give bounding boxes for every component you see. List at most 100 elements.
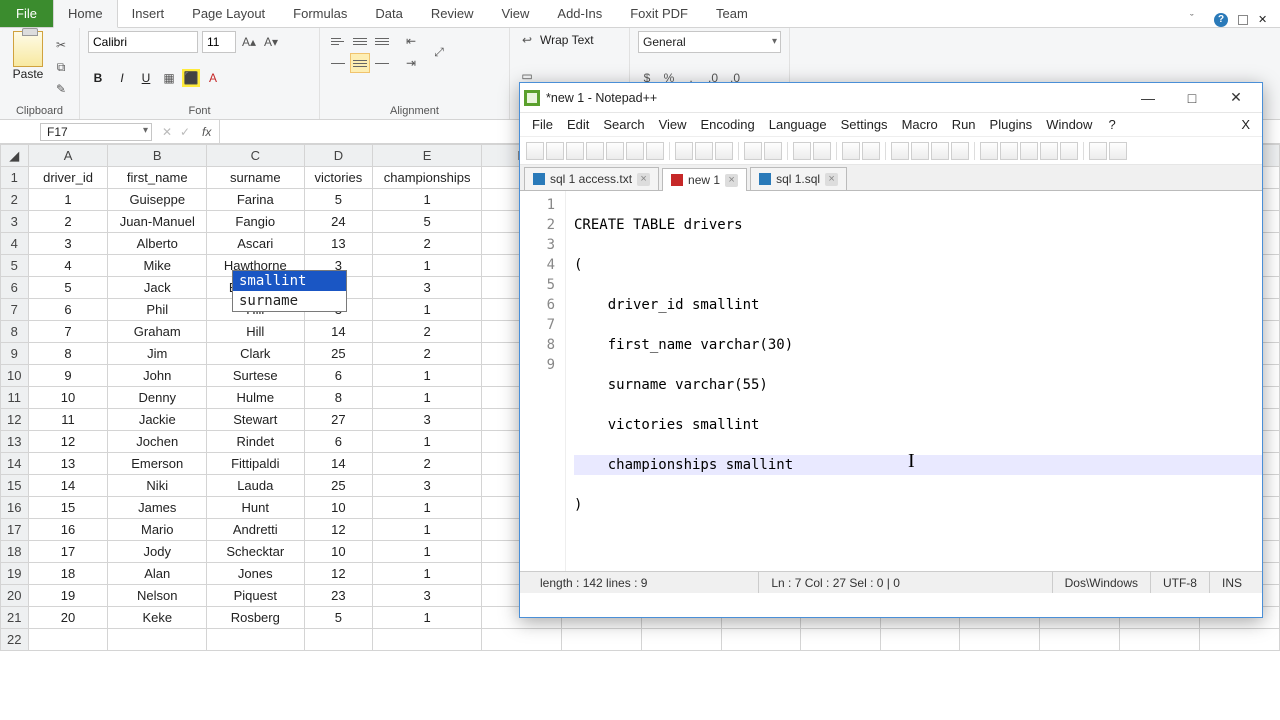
tab-view[interactable]: View	[487, 0, 543, 27]
find-icon[interactable]	[793, 142, 811, 160]
cut-icon[interactable]	[675, 142, 693, 160]
menu-help[interactable]: ?	[1102, 115, 1121, 134]
menu-window[interactable]: Window	[1040, 115, 1098, 134]
number-format-select[interactable]: General	[638, 31, 781, 53]
cut-icon[interactable]: ✂	[52, 36, 70, 54]
col-C[interactable]: C	[207, 145, 304, 167]
close-tab-icon[interactable]: ×	[725, 174, 738, 187]
decrease-font-icon[interactable]: A▾	[262, 33, 280, 51]
menu-macro[interactable]: Macro	[896, 115, 944, 134]
tab-insert[interactable]: Insert	[118, 0, 179, 27]
play-macro-icon[interactable]	[1109, 142, 1127, 160]
record-macro-icon[interactable]	[1089, 142, 1107, 160]
font-size-select[interactable]	[202, 31, 236, 53]
help-icon[interactable]: ?	[1214, 13, 1228, 27]
npp-editor[interactable]: 123456789 CREATE TABLE drivers ( driver_…	[520, 191, 1262, 571]
npp-tab-sql1access[interactable]: sql 1 access.txt ×	[524, 167, 659, 190]
bold-button[interactable]: B	[88, 68, 108, 88]
col-D[interactable]: D	[304, 145, 373, 167]
tab-addins[interactable]: Add-Ins	[543, 0, 616, 27]
func-list-icon[interactable]	[1040, 142, 1058, 160]
decrease-indent-icon[interactable]: ⇤	[402, 32, 420, 50]
zoom-in-icon[interactable]	[842, 142, 860, 160]
minimize-ribbon-icon[interactable]: ˇ	[1190, 13, 1204, 27]
table-row[interactable]: 22	[1, 629, 1280, 651]
col-B[interactable]: B	[108, 145, 207, 167]
window-close-icon[interactable]: ✕	[1258, 13, 1272, 27]
close-all-icon[interactable]	[626, 142, 644, 160]
menu-file[interactable]: File	[526, 115, 559, 134]
npp-titlebar[interactable]: *new 1 - Notepad++ — □ ✕	[520, 83, 1262, 113]
italic-button[interactable]: I	[112, 68, 132, 88]
udl-icon[interactable]	[1000, 142, 1018, 160]
border-icon[interactable]: ▦	[160, 69, 178, 87]
wrap-text-icon[interactable]: ↩	[518, 31, 536, 49]
save-all-icon[interactable]	[586, 142, 604, 160]
select-all-corner[interactable]: ◢	[1, 145, 29, 167]
format-painter-icon[interactable]: ✎	[52, 80, 70, 98]
autocomplete-popup[interactable]: smallint surname	[232, 270, 347, 312]
npp-close-button[interactable]: ✕	[1214, 84, 1258, 112]
replace-icon[interactable]	[813, 142, 831, 160]
tab-team[interactable]: Team	[702, 0, 762, 27]
sync-h-icon[interactable]	[911, 142, 929, 160]
menu-plugins[interactable]: Plugins	[984, 115, 1039, 134]
wrap-text-button[interactable]: Wrap Text	[540, 33, 594, 47]
name-box[interactable]: F17	[40, 123, 152, 141]
autocomplete-item-selected[interactable]: smallint	[233, 271, 346, 291]
save-icon[interactable]	[566, 142, 584, 160]
menu-edit[interactable]: Edit	[561, 115, 595, 134]
code-area[interactable]: CREATE TABLE drivers ( driver_id smallin…	[566, 191, 1262, 571]
copy-icon[interactable]	[695, 142, 713, 160]
enter-formula-icon[interactable]: ✓	[176, 123, 194, 141]
tab-home[interactable]: Home	[53, 0, 118, 28]
menu-view[interactable]: View	[653, 115, 693, 134]
menu-search[interactable]: Search	[597, 115, 650, 134]
indent-guide-icon[interactable]	[980, 142, 998, 160]
underline-button[interactable]: U	[136, 68, 156, 88]
new-file-icon[interactable]	[526, 142, 544, 160]
tab-page-layout[interactable]: Page Layout	[178, 0, 279, 27]
menu-language[interactable]: Language	[763, 115, 833, 134]
fx-icon[interactable]: fx	[194, 125, 219, 139]
menu-run[interactable]: Run	[946, 115, 982, 134]
folder-icon[interactable]	[1060, 142, 1078, 160]
increase-indent-icon[interactable]: ⇥	[402, 54, 420, 72]
npp-maximize-button[interactable]: □	[1170, 84, 1214, 112]
alignment-grid[interactable]	[328, 31, 392, 73]
tab-data[interactable]: Data	[361, 0, 416, 27]
wrap-icon[interactable]	[931, 142, 949, 160]
col-E[interactable]: E	[373, 145, 482, 167]
col-A[interactable]: A	[28, 145, 108, 167]
show-all-chars-icon[interactable]	[951, 142, 969, 160]
copy-icon[interactable]: ⧉	[52, 58, 70, 76]
window-restore-icon[interactable]	[1238, 15, 1248, 25]
open-file-icon[interactable]	[546, 142, 564, 160]
autocomplete-item[interactable]: surname	[233, 291, 346, 311]
redo-icon[interactable]	[764, 142, 782, 160]
tab-formulas[interactable]: Formulas	[279, 0, 361, 27]
doc-map-icon[interactable]	[1020, 142, 1038, 160]
print-icon[interactable]	[646, 142, 664, 160]
zoom-out-icon[interactable]	[862, 142, 880, 160]
tab-foxit[interactable]: Foxit PDF	[616, 0, 702, 27]
tab-file[interactable]: File	[0, 0, 53, 27]
font-color-icon[interactable]: A	[204, 69, 222, 87]
menu-close-x[interactable]: X	[1235, 115, 1256, 134]
orientation-icon[interactable]: ⤢	[430, 43, 448, 61]
font-name-select[interactable]	[88, 31, 198, 53]
sync-v-icon[interactable]	[891, 142, 909, 160]
paste-button[interactable]: Paste	[8, 67, 48, 81]
paste-icon[interactable]	[715, 142, 733, 160]
npp-tab-new1[interactable]: new 1 ×	[662, 168, 747, 191]
tab-review[interactable]: Review	[417, 0, 488, 27]
menu-encoding[interactable]: Encoding	[695, 115, 761, 134]
close-tab-icon[interactable]: ×	[637, 173, 650, 186]
increase-font-icon[interactable]: A▴	[240, 33, 258, 51]
npp-minimize-button[interactable]: —	[1126, 84, 1170, 112]
close-tab-icon[interactable]: ×	[825, 173, 838, 186]
fill-color-icon[interactable]: ⬛	[182, 69, 200, 87]
cancel-formula-icon[interactable]: ✕	[158, 123, 176, 141]
close-file-icon[interactable]	[606, 142, 624, 160]
menu-settings[interactable]: Settings	[835, 115, 894, 134]
